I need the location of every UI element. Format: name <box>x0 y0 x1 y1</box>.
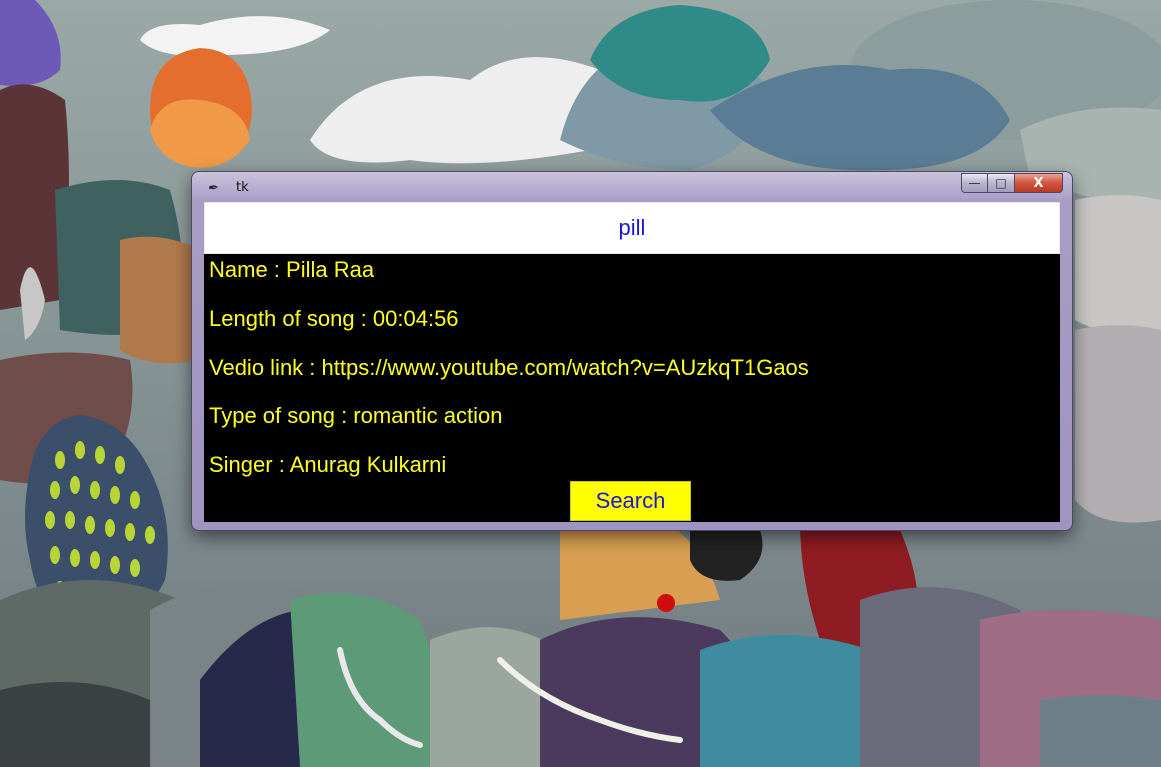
window-controls: — □ X <box>961 173 1063 193</box>
title-bar[interactable]: ✒ tk — □ X <box>192 172 1072 202</box>
minimize-button[interactable]: — <box>961 173 988 193</box>
video-link-label: Vedio link : https://www.youtube.com/wat… <box>209 355 809 380</box>
maximize-icon: □ <box>995 176 1007 190</box>
window-title: tk <box>236 180 249 195</box>
close-button[interactable]: X <box>1015 173 1063 193</box>
minimize-icon: — <box>968 176 981 190</box>
tk-window: ✒ tk — □ X Name : Pilla Raa Length of so… <box>192 172 1072 530</box>
maximize-button[interactable]: □ <box>988 173 1015 193</box>
search-button[interactable]: Search <box>570 481 691 521</box>
song-length-label: Length of song : 00:04:56 <box>209 306 459 331</box>
song-name-label: Name : Pilla Raa <box>209 257 375 282</box>
song-type-label: Type of song : romantic action <box>209 403 503 428</box>
feather-icon: ✒ <box>207 180 218 195</box>
close-icon: X <box>1033 175 1044 191</box>
search-input[interactable] <box>204 202 1060 254</box>
window-content: Name : Pilla Raa Length of song : 00:04:… <box>204 202 1060 522</box>
singer-label: Singer : Anurag Kulkarni <box>209 452 447 477</box>
